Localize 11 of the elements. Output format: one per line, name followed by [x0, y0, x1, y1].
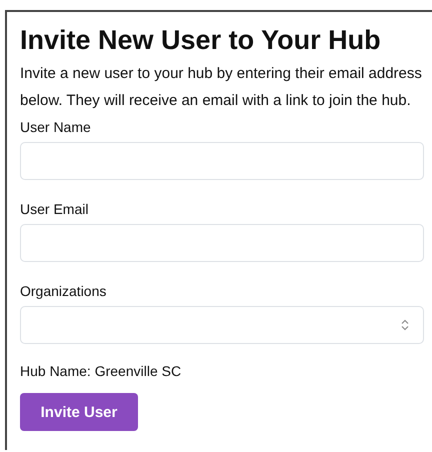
- field-label: Organizations: [20, 282, 108, 300]
- input-field[interactable]: [20, 142, 424, 180]
- page-title: Invite New User to Your Hub: [20, 24, 382, 56]
- input-field[interactable]: [20, 224, 424, 262]
- field-label: User Name: [20, 118, 92, 136]
- select-field[interactable]: [20, 306, 424, 344]
- description-text: Invite a new user to your hub by entering their email address below. They will receive an email with a link to join the hub.: [20, 64, 423, 111]
- chevron-up-down-icon: [401, 319, 409, 331]
- field-label: User Email: [20, 200, 90, 218]
- invite-user-button[interactable]: Invite User: [20, 393, 138, 431]
- hub-name-text: Hub Name: Greenville SC: [20, 362, 182, 380]
